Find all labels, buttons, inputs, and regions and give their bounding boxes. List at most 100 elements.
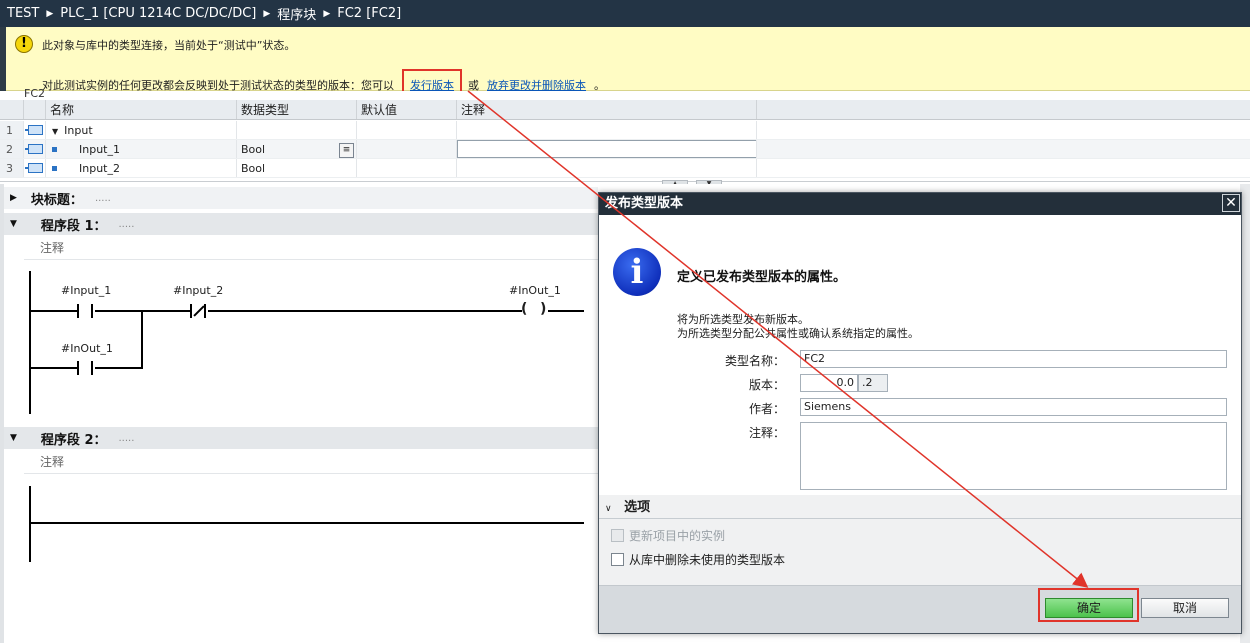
dialog-title[interactable]: 发布类型版本 <box>599 193 1241 215</box>
network-2-header[interactable]: ▼ 程序段 2： ..... <box>4 427 598 449</box>
table-row[interactable]: 2 Input_1 Bool ≡ <box>0 140 1250 159</box>
collapse-triangle-icon[interactable]: ▼ <box>10 219 17 229</box>
dialog-body: i 定义已发布类型版本的属性。 将为所选类型发布新版本。 为所选类型分配公共属性… <box>599 215 1241 495</box>
contact-label-input2[interactable]: #Input_2 <box>173 284 223 297</box>
row-comment[interactable] <box>457 121 757 139</box>
collapse-triangle-icon[interactable]: ▼ <box>10 433 17 443</box>
wire <box>31 522 584 524</box>
input-param-icon <box>25 144 43 154</box>
row-type[interactable]: Bool <box>237 159 357 177</box>
interface-block-name: FC2 <box>24 87 46 100</box>
row-default[interactable] <box>357 159 457 177</box>
contact-label-input1[interactable]: #Input_1 <box>61 284 111 297</box>
header-comment[interactable]: 注释 <box>457 100 757 119</box>
type-name-label: 类型名称： <box>724 354 785 368</box>
input-param-icon <box>25 163 43 173</box>
expand-triangle-icon[interactable]: ▶ <box>10 193 17 203</box>
row-default[interactable] <box>357 140 457 158</box>
delete-unused-checkbox[interactable] <box>611 553 624 566</box>
version-label: 版本： <box>748 378 785 392</box>
coil-right[interactable]: ) <box>540 301 546 317</box>
chevron-right-icon: ▶ <box>323 8 331 19</box>
interface-section-icon <box>25 125 43 135</box>
power-rail <box>29 486 31 562</box>
row-type[interactable]: Bool <box>241 143 265 156</box>
version-minor-field: .2 <box>858 374 888 392</box>
comment-textarea[interactable] <box>800 422 1227 490</box>
coil-left[interactable]: ( <box>521 301 527 317</box>
options-title: 选项 <box>624 500 651 515</box>
breadcrumb-fc2[interactable]: FC2 [FC2] <box>337 6 401 21</box>
bullet-icon <box>52 147 57 152</box>
interface-header-row: 名称 数据类型 默认值 注释 <box>0 100 1250 120</box>
info-icon: i <box>613 248 661 296</box>
author-label: 作者： <box>748 402 785 416</box>
version-major-field[interactable]: 0.0 <box>800 374 858 392</box>
header-default[interactable]: 默认值 <box>357 100 457 119</box>
breadcrumb-plc[interactable]: PLC_1 [CPU 1214C DC/DC/DC] <box>60 6 256 21</box>
wire <box>548 310 584 312</box>
row-comment-input[interactable] <box>457 140 756 158</box>
network-2-title-value[interactable]: ..... <box>119 433 135 444</box>
wire <box>208 310 522 312</box>
network-2-title: 程序段 2： <box>40 432 107 448</box>
author-field[interactable]: Siemens <box>800 398 1227 416</box>
network-2-comment[interactable]: 注释 <box>24 450 598 474</box>
close-icon[interactable]: ✕ <box>1222 194 1240 212</box>
dialog-heading: 定义已发布类型版本的属性。 <box>677 270 847 285</box>
coil-label-inout1[interactable]: #InOut_1 <box>509 284 561 297</box>
release-type-version-dialog: 发布类型版本 ✕ i 定义已发布类型版本的属性。 将为所选类型发布新版本。 为所… <box>598 192 1242 634</box>
network-1-title: 程序段 1： <box>40 218 107 234</box>
table-row[interactable]: 3 Input_2 Bool <box>0 159 1250 178</box>
update-instances-checkbox <box>611 529 624 542</box>
banner-stripe <box>0 27 6 91</box>
network-1-header[interactable]: ▼ 程序段 1： ..... <box>4 213 598 235</box>
contact-no-input1[interactable] <box>77 304 93 318</box>
wire <box>31 310 77 312</box>
ok-button-highlight <box>1038 588 1139 622</box>
options-section-header[interactable]: ∨ 选项 <box>599 497 1241 519</box>
dialog-description-2: 为所选类型分配公共属性或确认系统指定的属性。 <box>677 327 919 340</box>
row-number: 1 <box>0 121 24 139</box>
row-name[interactable]: Input <box>64 124 92 137</box>
dialog-footer: 确定 取消 <box>599 585 1241 633</box>
contact-label-inout1[interactable]: #InOut_1 <box>61 342 113 355</box>
header-icon <box>24 100 46 119</box>
row-number: 2 <box>0 140 24 158</box>
delete-unused-label[interactable]: 从库中删除未使用的类型版本 <box>629 551 785 568</box>
block-title-header[interactable]: ▶ 块标题： ..... <box>4 187 598 209</box>
row-name[interactable]: Input_1 <box>79 143 120 156</box>
block-interface-table: FC2 名称 数据类型 默认值 注释 1 ▼ Input 2 Input_1 Bo… <box>0 87 1250 182</box>
type-name-field[interactable]: FC2 <box>800 350 1227 368</box>
comment-label: 注释： <box>748 426 785 440</box>
breadcrumb-project[interactable]: TEST <box>7 6 39 21</box>
network-1-comment[interactable]: 注释 <box>24 236 598 260</box>
contact-no-inout1[interactable] <box>77 361 93 375</box>
header-num <box>0 100 24 119</box>
breadcrumb-program-blocks[interactable]: 程序块 <box>277 4 316 23</box>
row-comment[interactable] <box>457 159 757 177</box>
bullet-icon <box>52 166 57 171</box>
header-datatype[interactable]: 数据类型 <box>237 100 357 119</box>
breadcrumb: TEST ▶ PLC_1 [CPU 1214C DC/DC/DC] ▶ 程序块 … <box>0 0 1250 27</box>
table-row[interactable]: 1 ▼ Input <box>0 121 1250 140</box>
row-name[interactable]: Input_2 <box>79 162 120 175</box>
header-name[interactable]: 名称 <box>46 100 237 119</box>
collapse-chevron-icon[interactable]: ∨ <box>605 504 612 514</box>
row-number: 3 <box>0 159 24 177</box>
collapse-triangle-icon[interactable]: ▼ <box>52 122 58 139</box>
cancel-button[interactable]: 取消 <box>1141 598 1229 618</box>
chevron-right-icon: ▶ <box>263 8 271 19</box>
datatype-select-icon[interactable]: ≡ <box>339 142 355 158</box>
banner-status-text: 此对象与库中的类型连接，当前处于“测试中”状态。 <box>42 39 296 52</box>
block-title-label: 块标题： <box>30 192 83 208</box>
delete-unused-option[interactable]: 从库中删除未使用的类型版本 <box>611 551 785 568</box>
wire <box>95 367 143 369</box>
row-type[interactable] <box>237 121 357 139</box>
editor-left-gutter <box>0 184 4 643</box>
block-title-value[interactable]: ..... <box>95 193 111 204</box>
row-default[interactable] <box>357 121 457 139</box>
power-rail <box>29 271 31 414</box>
wire <box>31 367 77 369</box>
network-1-title-value[interactable]: ..... <box>119 219 135 230</box>
